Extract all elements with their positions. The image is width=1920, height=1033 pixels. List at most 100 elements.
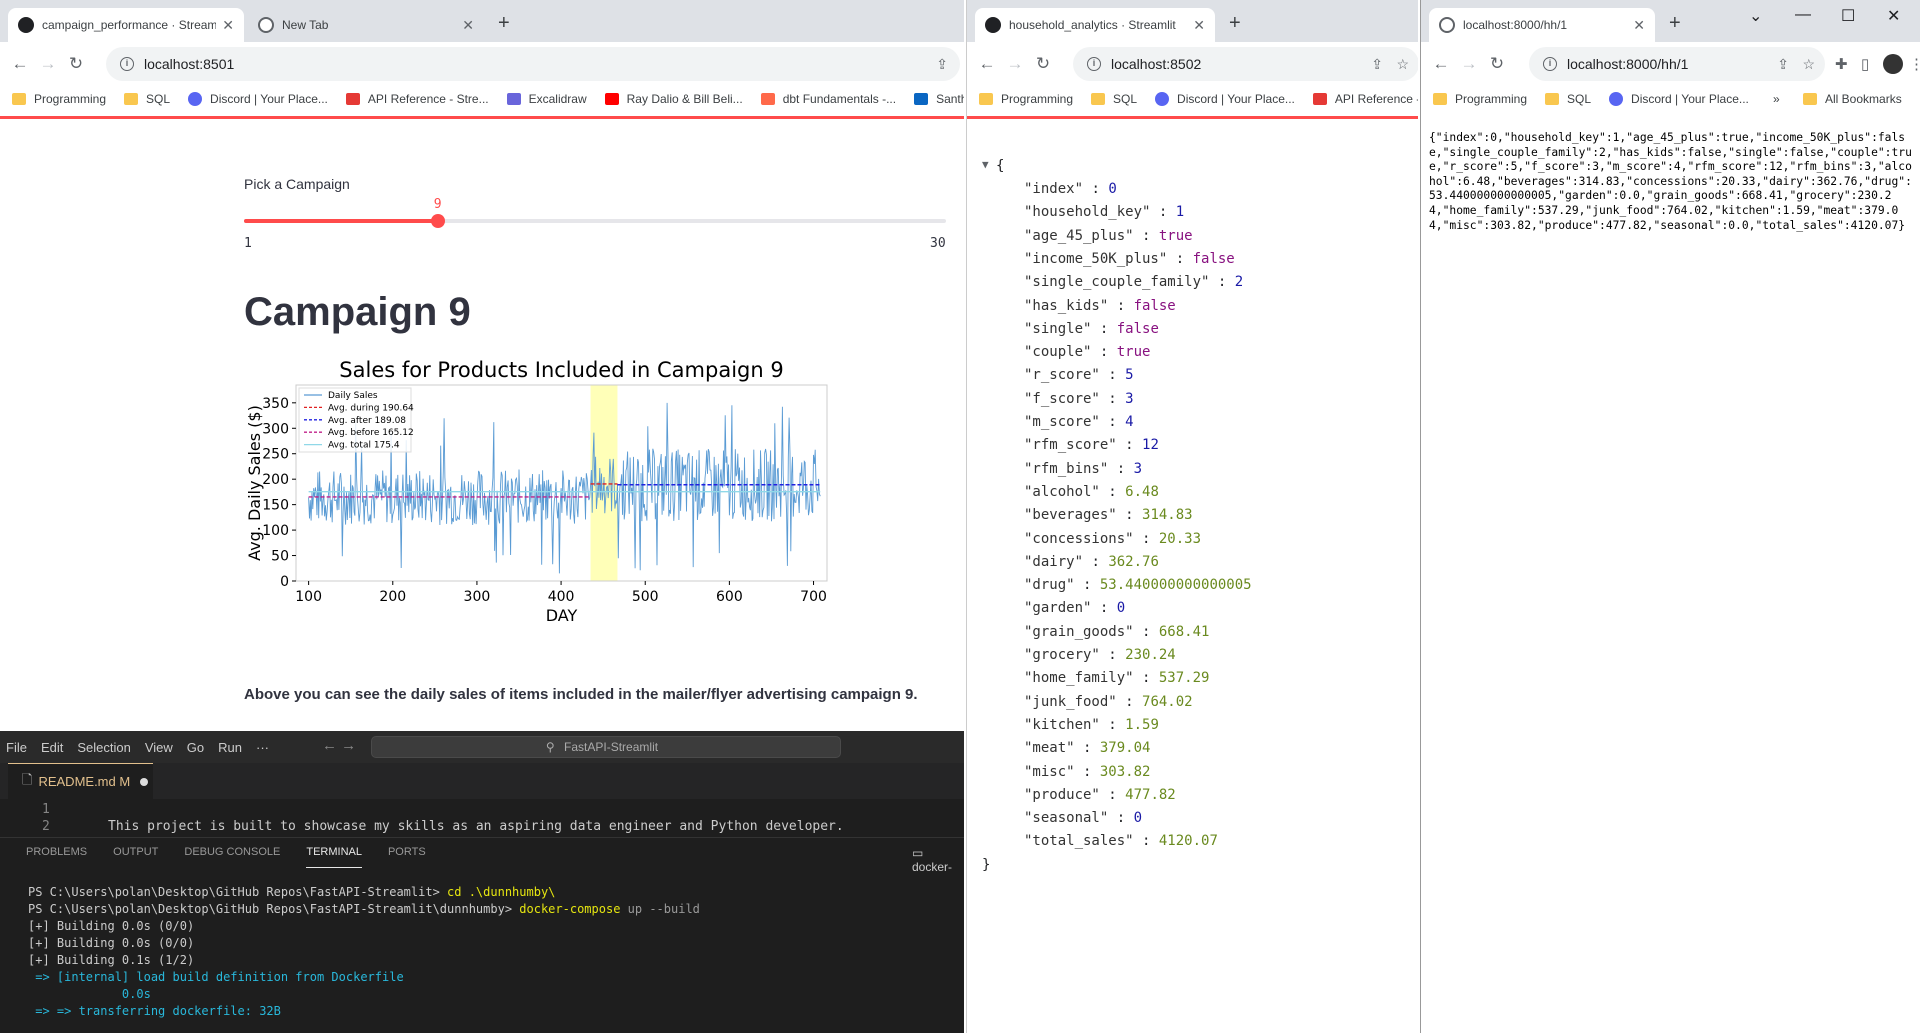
json-value: 362.76 (1108, 553, 1159, 570)
minimize-icon[interactable]: — (1795, 6, 1811, 24)
slider-thumb[interactable] (430, 214, 445, 228)
new-tab-icon[interactable]: + (1669, 12, 1681, 35)
bookmark-programming[interactable]: Programming (979, 92, 1073, 106)
bookmark-sql[interactable]: SQL (1091, 92, 1137, 106)
bookmark-label: SQL (146, 92, 171, 106)
address-bar[interactable]: i localhost:8000/hh/1 ⇪ ☆ (1529, 47, 1825, 81)
menu-run[interactable]: Run (218, 740, 242, 755)
json-field: "total_sales" : 4120.07 (1024, 833, 1218, 849)
bookmark-sql[interactable]: SQL (124, 92, 170, 106)
back-icon[interactable]: ← (973, 54, 1001, 74)
close-icon[interactable]: ✕ (462, 17, 474, 34)
term-prompt: PS C:\Users\polan\Desktop\GitHub Repos\F… (28, 885, 448, 899)
maximize-icon[interactable]: ☐ (1841, 6, 1855, 26)
bookmark-excalidraw[interactable]: Excalidraw (506, 92, 587, 106)
share-icon[interactable]: ⇪ (936, 56, 948, 73)
tab-debug-console[interactable]: DEBUG CONSOLE (184, 846, 280, 868)
avatar[interactable] (1883, 54, 1903, 74)
discord-icon (1609, 92, 1624, 106)
new-tab-icon[interactable]: + (1229, 12, 1241, 35)
info-icon: i (1087, 57, 1101, 71)
forward-icon[interactable]: → (34, 54, 62, 74)
reload-icon[interactable]: ↻ (1029, 54, 1057, 74)
tab-readme[interactable]: 🗋 README.md M (8, 763, 153, 799)
all-bookmarks[interactable]: All Bookmarks (1803, 92, 1902, 106)
json-value: true (1116, 344, 1151, 361)
terminal-icon: ▭ (912, 846, 924, 860)
close-icon[interactable]: ✕ (1193, 17, 1205, 34)
forward-icon[interactable]: → (1455, 54, 1483, 74)
bookmark-dbt[interactable]: dbt Fundamentals -... (760, 92, 896, 106)
bookmark-api-reference[interactable]: API Reference - Stre... (345, 92, 489, 106)
json-value: 4120.07 (1158, 833, 1218, 850)
json-close-brace: } (982, 856, 991, 873)
legend-entry: Avg. total 175.4 (328, 441, 400, 451)
command-center-search[interactable]: ⚲ FastAPI-Streamlit (371, 736, 841, 758)
menu-selection[interactable]: Selection (77, 740, 130, 755)
tab-problems[interactable]: PROBLEMS (26, 846, 87, 868)
nav-arrows-icon[interactable]: ← → (322, 737, 356, 754)
forward-icon[interactable]: → (1001, 54, 1029, 74)
tab-household-analytics[interactable]: household_analytics · Streamlit ✕ (975, 8, 1215, 42)
new-tab-icon[interactable]: + (498, 12, 510, 35)
y-tick-label: 0 (280, 574, 289, 590)
address-bar[interactable]: i localhost:8501 ⇪ (106, 47, 960, 81)
extensions-icon[interactable]: ✚ (1835, 55, 1848, 73)
bookmark-discord[interactable]: Discord | Your Place... (1609, 92, 1749, 106)
share-icon[interactable]: ⇪ (1777, 56, 1789, 73)
json-colon: : (1108, 297, 1134, 314)
reload-icon[interactable]: ↻ (1483, 54, 1511, 74)
collapse-arrow-icon[interactable]: ▼ (982, 158, 989, 171)
bookmark-santhia[interactable]: Santhia (914, 92, 964, 106)
terminal-output[interactable]: PS C:\Users\polan\Desktop\GitHub Repos\F… (28, 884, 700, 1020)
more-bookmarks-icon[interactable]: » (1773, 92, 1780, 106)
terminal-instance[interactable]: ▭ docker- (912, 846, 964, 874)
menu-view[interactable]: View (145, 740, 173, 755)
bookmark-programming[interactable]: Programming (12, 92, 106, 106)
bookmark-ray-dalio[interactable]: Ray Dalio & Bill Beli... (604, 92, 743, 106)
tab-api-hh-1[interactable]: localhost:8000/hh/1 ✕ (1429, 8, 1655, 42)
close-icon[interactable]: ✕ (222, 17, 234, 34)
legend-entry: Avg. before 165.12 (328, 428, 414, 438)
bookmark-discord[interactable]: Discord | Your Place... (188, 92, 328, 106)
tab-ports[interactable]: PORTS (388, 846, 426, 868)
tab-search-icon[interactable]: ⌄ (1749, 6, 1762, 26)
terminal-name: docker- (912, 860, 953, 874)
star-icon[interactable]: ☆ (1802, 56, 1815, 73)
bookmark-api-reference[interactable]: API Reference - S (1312, 92, 1418, 106)
json-colon: : (1074, 740, 1100, 757)
bookmark-programming[interactable]: Programming (1433, 92, 1527, 106)
tab-campaign-performance[interactable]: campaign_performance · Streamlit ✕ (8, 8, 244, 42)
window-close-icon[interactable]: ✕ (1887, 6, 1900, 26)
folder-icon (12, 93, 26, 105)
browser-window-api: localhost:8000/hh/1 ✕ + ⌄ — ☐ ✕ ← → ↻ i … (1420, 0, 1920, 1033)
back-icon[interactable]: ← (6, 54, 34, 74)
reload-icon[interactable]: ↻ (62, 54, 90, 74)
share-icon[interactable]: ⇪ (1371, 56, 1383, 73)
menu-more[interactable]: ··· (256, 740, 269, 755)
menu-edit[interactable]: Edit (41, 740, 63, 755)
json-field: "seasonal" : 0 (1024, 810, 1142, 826)
side-panel-icon[interactable]: ▯ (1861, 55, 1869, 73)
bookmark-label: API Reference - Stre... (367, 92, 489, 106)
bookmark-discord[interactable]: Discord | Your Place... (1155, 92, 1295, 106)
menu-file[interactable]: File (6, 740, 27, 755)
kebab-menu-icon[interactable]: ⋮ (1909, 55, 1920, 73)
json-value: 6.48 (1125, 483, 1159, 500)
address-bar[interactable]: i localhost:8502 ⇪ ☆ (1073, 47, 1418, 81)
back-icon[interactable]: ← (1427, 54, 1455, 74)
legend-entry: Daily Sales (328, 391, 378, 401)
tab-new-tab[interactable]: New Tab ✕ (248, 8, 484, 42)
json-colon: : (1099, 716, 1126, 733)
toolbar: ← → ↻ i localhost:8000/hh/1 ⇪ ☆ ✚ ▯ ⋮ (1421, 42, 1920, 86)
json-value: 2 (1234, 274, 1244, 291)
tab-output[interactable]: OUTPUT (113, 846, 158, 868)
tab-terminal[interactable]: TERMINAL (306, 846, 362, 868)
close-icon[interactable]: ✕ (1633, 17, 1645, 34)
star-icon[interactable]: ☆ (1396, 56, 1409, 73)
bookmark-sql[interactable]: SQL (1545, 92, 1591, 106)
menu-go[interactable]: Go (187, 740, 204, 755)
x-tick-label: 200 (379, 589, 406, 605)
editor-content[interactable]: 1 2 This project is built to showcase my… (0, 799, 964, 837)
streamlit-header-line (967, 116, 1418, 119)
